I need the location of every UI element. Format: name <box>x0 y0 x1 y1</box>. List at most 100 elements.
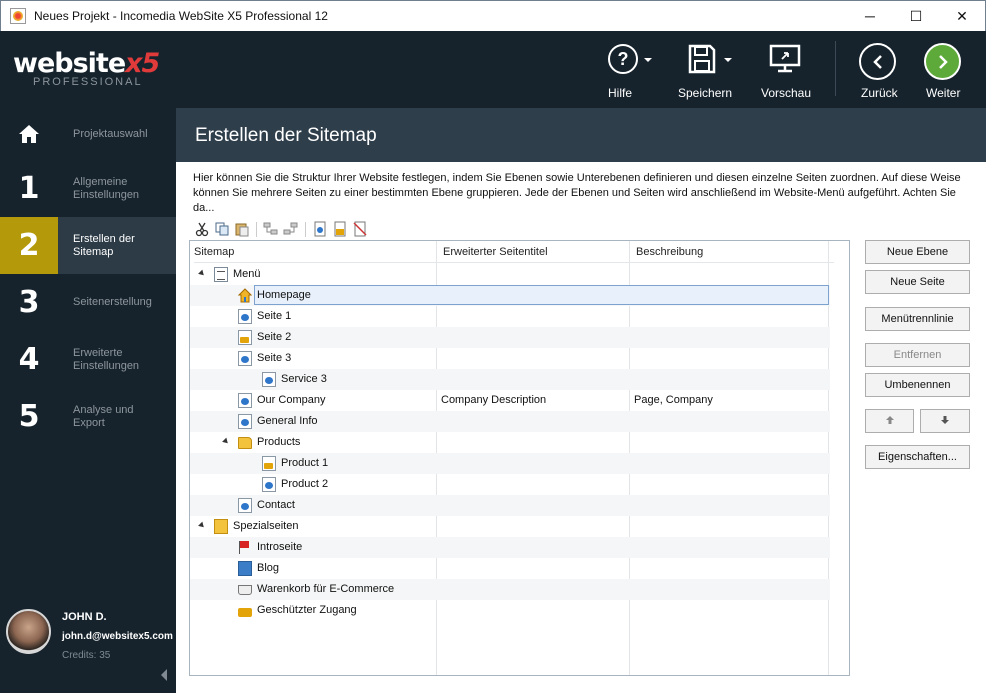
tree-row[interactable]: Warenkorb für E-Commerce <box>190 579 830 600</box>
move-up-button[interactable] <box>865 409 914 433</box>
column-header-sitemap[interactable]: Sitemap <box>194 241 234 263</box>
sidebar-item-general-settings[interactable]: 1 Allgemeine Einstellungen <box>0 160 176 217</box>
locked-page-icon <box>262 456 276 471</box>
expand-toggle-icon[interactable] <box>198 269 206 278</box>
window-titlebar: Neues Projekt - Incomedia WebSite X5 Pro… <box>0 0 986 31</box>
tree-item-label: Spezialseiten <box>233 520 299 532</box>
tree-row[interactable]: Introseite <box>190 537 830 558</box>
tree-row[interactable]: Seite 1 <box>190 306 830 327</box>
minimize-button[interactable]: ─ <box>847 1 893 31</box>
preview-monitor-icon <box>769 44 801 77</box>
save-button[interactable]: Speichern <box>674 31 736 108</box>
extended-title-cell: Company Description <box>441 394 547 406</box>
help-icon: ? <box>608 44 638 74</box>
tree-row[interactable]: Product 1 <box>190 453 830 474</box>
tree-row[interactable]: Our Company Company Description Page, Comp… <box>190 390 830 411</box>
step-number: 3 <box>18 285 40 320</box>
tree-row[interactable]: Blog <box>190 558 830 579</box>
locked-page-icon <box>238 330 252 345</box>
window-title: Neues Projekt - Incomedia WebSite X5 Pro… <box>34 9 328 23</box>
tree-row[interactable]: Geschützter Zugang <box>190 600 830 621</box>
paste-icon[interactable] <box>234 221 250 237</box>
page-description: Hier können Sie die Struktur Ihrer Websi… <box>193 172 961 214</box>
sitemap-tree: Sitemap Erweiterter Seitentitel Beschrei… <box>189 240 850 676</box>
page-icon <box>238 351 252 366</box>
tree-row[interactable]: Service 3 <box>190 369 830 390</box>
selection-highlight <box>254 285 829 305</box>
close-button[interactable]: ✕ <box>939 1 985 31</box>
tree-row[interactable]: Product 2 <box>190 474 830 495</box>
cut-icon[interactable] <box>194 221 210 237</box>
arrow-down-icon <box>940 415 950 428</box>
hide-page-icon[interactable] <box>352 221 368 237</box>
remove-button[interactable]: Entfernen <box>865 343 970 367</box>
properties-button[interactable]: Eigenschaften... <box>865 445 970 469</box>
tree-item-label: Seite 1 <box>257 310 292 322</box>
back-button[interactable]: Zurück <box>857 31 899 108</box>
sidebar-item-label: Projektauswahl <box>73 127 148 140</box>
description-cell: Page, Company <box>634 394 713 406</box>
indent-icon[interactable] <box>263 221 279 237</box>
tree-row[interactable]: Seite 2 <box>190 327 830 348</box>
websitex5-logo: websitex5 PROFESSIONAL <box>13 48 160 88</box>
avatar[interactable] <box>6 609 51 654</box>
tree-item-label: Blog <box>257 562 280 574</box>
lock-page-icon[interactable] <box>332 221 348 237</box>
next-arrow-icon <box>924 43 961 80</box>
tree-item-label: Menü <box>233 268 261 280</box>
maximize-button[interactable]: ☐ <box>893 1 939 31</box>
sidebar-item-advanced-settings[interactable]: 4 Erweiterte Einstellungen <box>0 331 176 388</box>
tree-row[interactable]: Contact <box>190 495 830 516</box>
sidebar-item-page-creation[interactable]: 3 Seitenerstellung <box>0 274 176 331</box>
step-number: 5 <box>18 399 40 434</box>
collapse-sidebar-icon[interactable] <box>161 669 167 681</box>
expand-toggle-icon[interactable] <box>222 437 230 446</box>
tree-row[interactable]: Menü <box>190 264 830 285</box>
new-level-button[interactable]: Neue Ebene <box>865 240 970 264</box>
next-button[interactable]: Weiter <box>922 31 964 108</box>
tree-item-label: General Info <box>257 415 318 427</box>
arrow-up-icon <box>885 415 895 428</box>
new-page-button[interactable]: Neue Seite <box>865 270 970 294</box>
move-down-button[interactable] <box>920 409 970 433</box>
outdent-icon[interactable] <box>283 221 299 237</box>
sidebar-item-label: Analyse und Export <box>73 403 134 429</box>
tree-row[interactable]: Homepage <box>190 285 830 306</box>
tree-item-label: Geschützter Zugang <box>257 604 357 616</box>
tree-item-label: Products <box>257 436 301 448</box>
page-title: Erstellen der Sitemap <box>195 125 377 146</box>
tree-item-label: Warenkorb für E-Commerce <box>257 583 395 595</box>
sidebar-item-sitemap[interactable]: 2 Erstellen der Sitemap <box>0 217 176 274</box>
sidebar-item-label: Erstellen der Sitemap <box>73 232 135 258</box>
tree-row[interactable]: Seite 3 <box>190 348 830 369</box>
sidebar-item-analysis-export[interactable]: 5 Analyse und Export <box>0 388 176 445</box>
cart-icon <box>238 585 252 595</box>
tree-item-label: Seite 2 <box>257 331 292 343</box>
preview-button[interactable]: Vorschau <box>756 31 816 108</box>
page-icon <box>262 477 276 492</box>
page-header: Erstellen der Sitemap <box>176 108 986 162</box>
main-content: Hier können Sie die Struktur Ihrer Websi… <box>176 162 986 693</box>
expand-toggle-icon[interactable] <box>198 521 206 530</box>
copy-icon[interactable] <box>214 221 230 237</box>
step-number: 4 <box>18 342 40 377</box>
help-button[interactable]: ? Hilfe <box>601 31 661 108</box>
tree-row[interactable]: General Info <box>190 411 830 432</box>
menu-icon <box>214 267 228 282</box>
app-icon <box>10 8 26 24</box>
column-header-extended-title[interactable]: Erweiterter Seitentitel <box>443 241 548 263</box>
user-panel: JOHN D. john.d@websitex5.com Credits: 35 <box>0 605 176 693</box>
wizard-steps-nav: Projektauswahl 1 Allgemeine Einstellunge… <box>0 108 176 445</box>
sidebar-item-project-selection[interactable]: Projektauswahl <box>0 108 176 160</box>
column-header-description[interactable]: Beschreibung <box>636 241 703 263</box>
user-email: john.d@websitex5.com <box>62 631 173 642</box>
menu-separator-button[interactable]: Menütrennlinie <box>865 307 970 331</box>
tree-row[interactable]: Spezialseiten <box>190 516 830 537</box>
tree-item-label: Contact <box>257 499 295 511</box>
tree-item-label: Product 2 <box>281 478 329 490</box>
tree-item-label: Seite 3 <box>257 352 292 364</box>
page-icon <box>238 309 252 324</box>
tree-row[interactable]: Products <box>190 432 830 453</box>
page-properties-icon[interactable] <box>312 221 328 237</box>
rename-button[interactable]: Umbenennen <box>865 373 970 397</box>
